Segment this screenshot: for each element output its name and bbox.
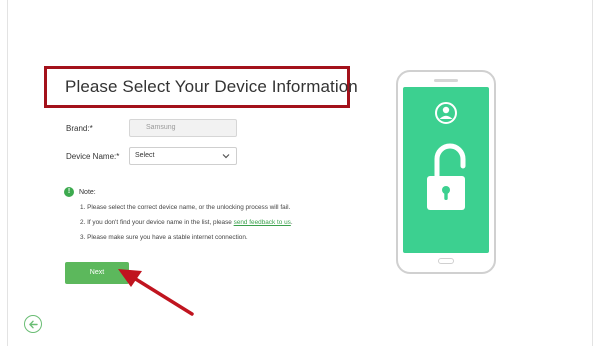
- brand-label: Brand:*: [66, 124, 93, 133]
- note-list: 1. Please select the correct device name…: [80, 204, 293, 249]
- phone-screen-graphics: [427, 102, 466, 210]
- note-item-3: 3. Please make sure you have a stable in…: [80, 234, 248, 241]
- note-item-2: 2. If you don't find your device name in…: [80, 219, 293, 234]
- device-select-value: Select: [135, 152, 155, 159]
- device-name-label: Device Name:*: [66, 152, 120, 161]
- note-header: ! Note:: [64, 187, 96, 197]
- phone-screen: [403, 87, 489, 253]
- note-item-2-suffix: .: [290, 219, 293, 226]
- note-title: Note:: [79, 188, 96, 196]
- brand-field[interactable]: Samsung: [129, 119, 237, 137]
- user-icon: [435, 102, 457, 124]
- pointer-arrow: [118, 269, 194, 316]
- unlocked-padlock-icon: [427, 143, 466, 210]
- page-title: Please Select Your Device Information: [65, 77, 358, 96]
- chevron-down-icon: [222, 154, 230, 159]
- phone-home-button: [438, 258, 454, 264]
- phone-illustration: [396, 70, 496, 274]
- note-item-2-text: 2. If you don't find your device name in…: [80, 219, 234, 226]
- app-window: [7, 0, 593, 346]
- send-feedback-link[interactable]: send feedback to us: [234, 219, 291, 226]
- back-button[interactable]: [24, 315, 42, 333]
- note-item-1: 1. Please select the correct device name…: [80, 204, 291, 211]
- back-arrow-icon: [28, 320, 38, 328]
- device-name-select[interactable]: Select: [129, 147, 237, 165]
- title-highlight-box: Please Select Your Device Information: [44, 66, 358, 108]
- info-icon: !: [64, 187, 74, 197]
- phone-speaker: [434, 79, 458, 82]
